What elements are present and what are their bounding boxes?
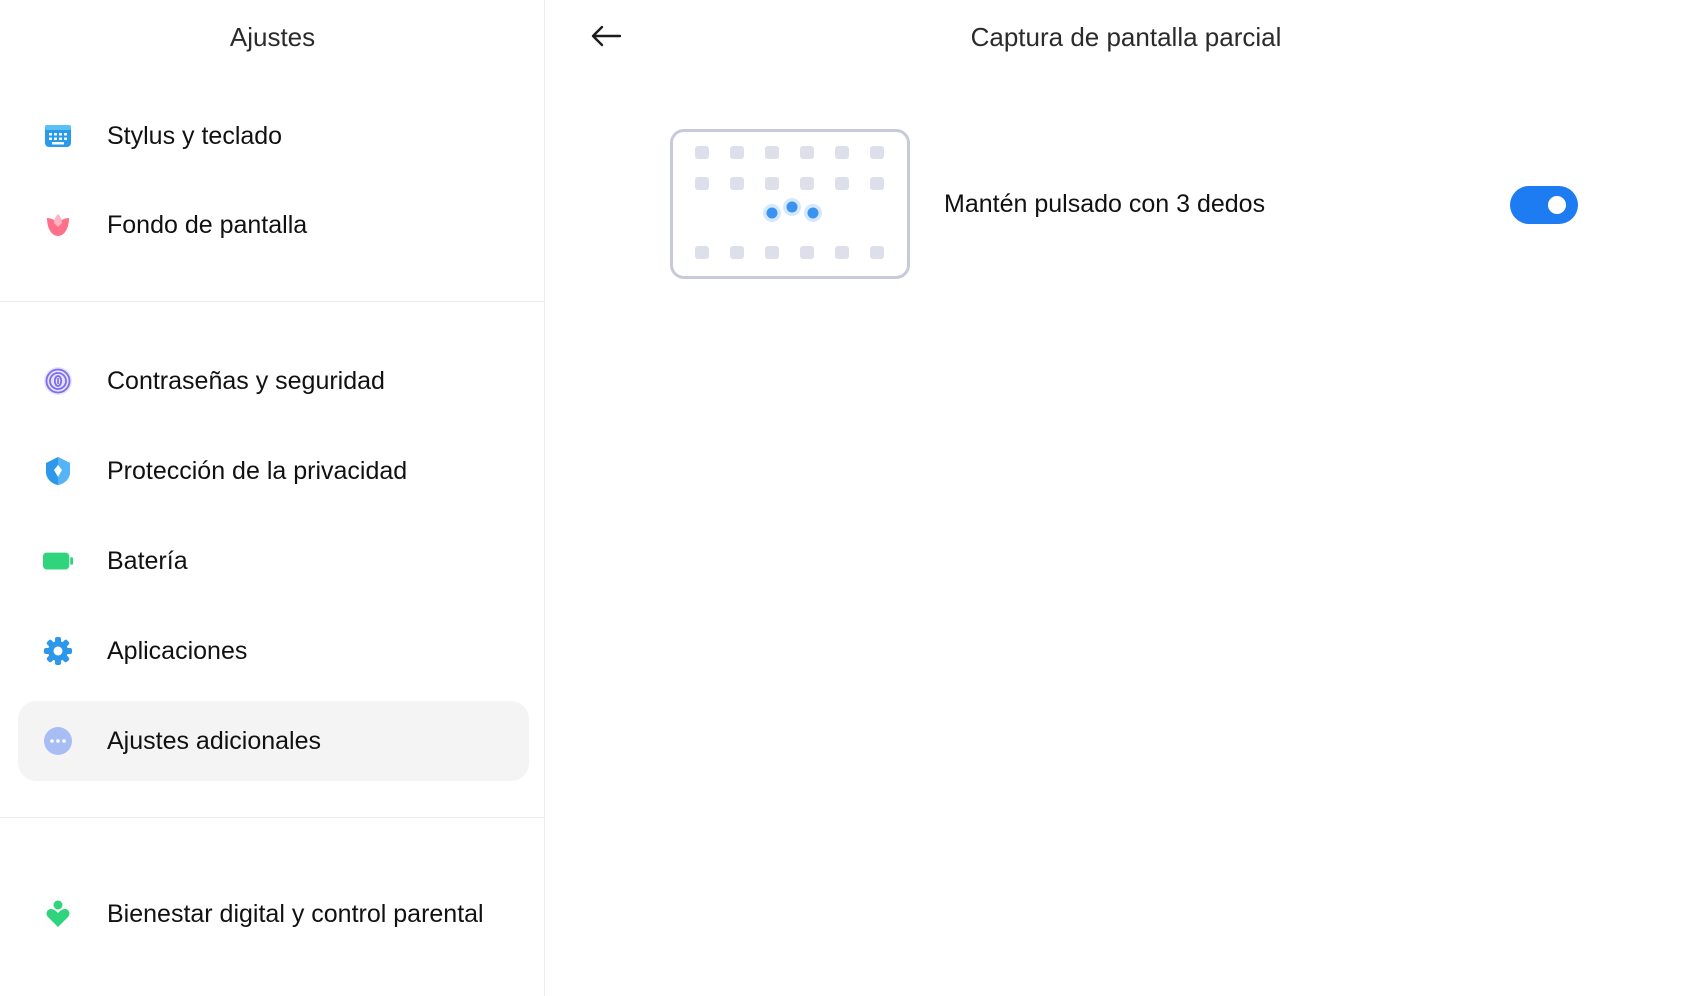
page-title: Captura de pantalla parcial (970, 22, 1282, 52)
sidebar-item-label: Fondo de pantalla (107, 211, 308, 239)
three-finger-toggle[interactable] (1510, 186, 1578, 224)
sidebar-item-label: Batería (107, 547, 188, 575)
sidebar-item-apps[interactable]: Aplicaciones (18, 611, 529, 691)
sidebar-item-privacy[interactable]: Protección de la privacidad (18, 431, 529, 511)
sidebar-item-label: Contraseñas y seguridad (107, 367, 385, 395)
settings-app: Ajustes Stylus y teclado Fondo de pantal… (0, 0, 1706, 996)
sidebar-item-stylus-keyboard[interactable]: Stylus y teclado (18, 96, 529, 176)
three-finger-gesture-icon (695, 146, 884, 259)
section-divider (0, 817, 545, 818)
wellbeing-icon (43, 899, 73, 929)
gesture-illustration (670, 129, 910, 279)
sidebar-item-additional-settings[interactable]: Ajustes adicionales (18, 701, 529, 781)
sidebar-item-digital-wellbeing[interactable]: Bienestar digital y control parental (18, 872, 529, 956)
sidebar-item-wallpaper[interactable]: Fondo de pantalla (18, 185, 529, 265)
settings-sidebar: Ajustes Stylus y teclado Fondo de pantal… (0, 0, 545, 996)
fingerprint-icon (43, 366, 73, 396)
privacy-shield-icon (43, 456, 73, 486)
apps-gear-icon (43, 636, 73, 666)
sidebar-item-label: Ajustes adicionales (107, 727, 322, 755)
detail-pane: Captura de pantalla parcial Mantén pulsa… (546, 0, 1706, 996)
more-dots-icon (43, 726, 73, 756)
sidebar-item-passwords-security[interactable]: Contraseñas y seguridad (18, 341, 529, 421)
sidebar-item-label: Bienestar digital y control parental (107, 900, 484, 928)
sidebar-title: Ajustes (229, 22, 316, 52)
sidebar-item-label: Aplicaciones (107, 637, 248, 665)
sidebar-item-label: Stylus y teclado (107, 122, 283, 150)
sidebar-item-label: Protección de la privacidad (107, 457, 408, 485)
sidebar-item-battery[interactable]: Batería (18, 521, 529, 601)
keyboard-icon (43, 121, 73, 151)
wallpaper-icon (43, 210, 73, 240)
section-divider (0, 301, 545, 302)
toggle-knob (1548, 196, 1566, 214)
setting-label: Mantén pulsado con 3 dedos (944, 190, 1266, 218)
battery-icon (43, 546, 73, 576)
